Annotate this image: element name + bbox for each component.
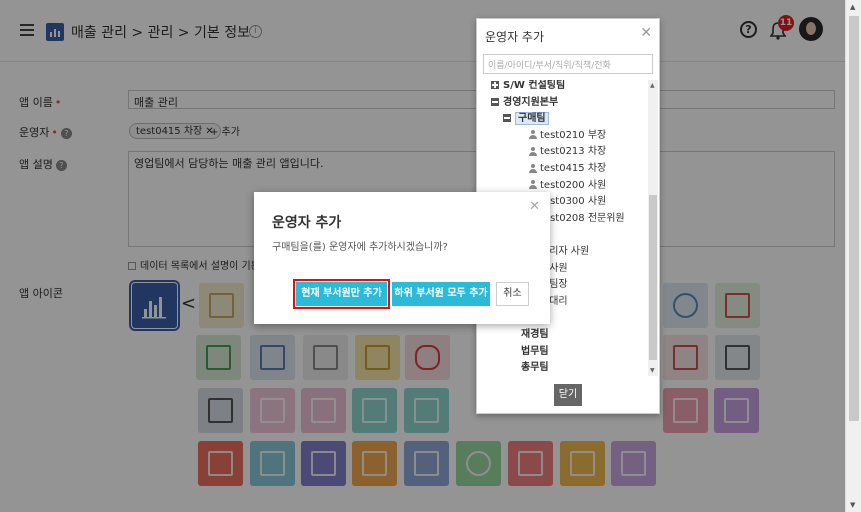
confirm-dialog: 운영자 추가 ✕ 구매팀을(를) 운영자에 추가하시겠습니까? 현재 부서원만 …	[254, 192, 550, 324]
close-icon[interactable]: ✕	[529, 199, 540, 214]
cancel-button[interactable]: 취소	[496, 282, 529, 306]
panel-search-input[interactable]: 이름/아이디/부서/직위/직책/전화	[483, 54, 653, 74]
person-icon	[529, 146, 537, 156]
panel-scrollbar[interactable]: ▲ ▼	[648, 80, 658, 376]
tree-dept-item[interactable]: 법무팀	[521, 342, 549, 357]
tree-dept-item[interactable]: 총무팀	[521, 358, 549, 373]
dialog-title: 운영자 추가	[272, 215, 342, 231]
tree-dept-item[interactable]: S/W 컨설팅팀	[491, 80, 565, 91]
tree-person-item[interactable]: test0213 차장	[529, 142, 606, 157]
scroll-up-icon[interactable]: ▲	[850, 3, 855, 11]
tree-person-item[interactable]: test0200 사원	[529, 176, 606, 191]
person-icon	[529, 180, 537, 190]
scroll-up-icon[interactable]: ▲	[650, 82, 655, 89]
panel-title: 운영자 추가	[485, 30, 545, 44]
expand-icon[interactable]	[491, 81, 499, 89]
scroll-down-icon[interactable]: ▼	[850, 501, 855, 509]
person-icon	[529, 163, 537, 173]
add-current-members-button[interactable]: 현재 부서원만 추가	[293, 279, 390, 309]
person-icon	[529, 130, 537, 140]
tree-person-item[interactable]: test0415 차장	[529, 159, 606, 174]
page-scrollbar[interactable]: ▲ ▼	[845, 0, 861, 512]
panel-close-button[interactable]: 닫기	[554, 384, 582, 406]
tree-dept-item[interactable]: 경영지원본부	[491, 93, 558, 108]
close-icon[interactable]: ✕	[640, 25, 652, 41]
collapse-icon[interactable]	[491, 97, 499, 106]
dialog-message: 구매팀을(를) 운영자에 추가하시겠습니까?	[272, 242, 448, 253]
scroll-down-icon[interactable]: ▼	[650, 367, 655, 374]
tree-dept-item[interactable]: 구매팀	[503, 109, 549, 126]
scroll-thumb[interactable]	[649, 195, 657, 360]
collapse-icon[interactable]	[503, 114, 511, 123]
page-scroll-thumb[interactable]	[849, 16, 859, 421]
tree-dept-item[interactable]: 재경팀	[521, 325, 549, 340]
add-all-sub-members-button[interactable]: 하위 부서원 모두 추가	[392, 282, 490, 306]
tree-person-item[interactable]: test0210 부장	[529, 126, 606, 141]
